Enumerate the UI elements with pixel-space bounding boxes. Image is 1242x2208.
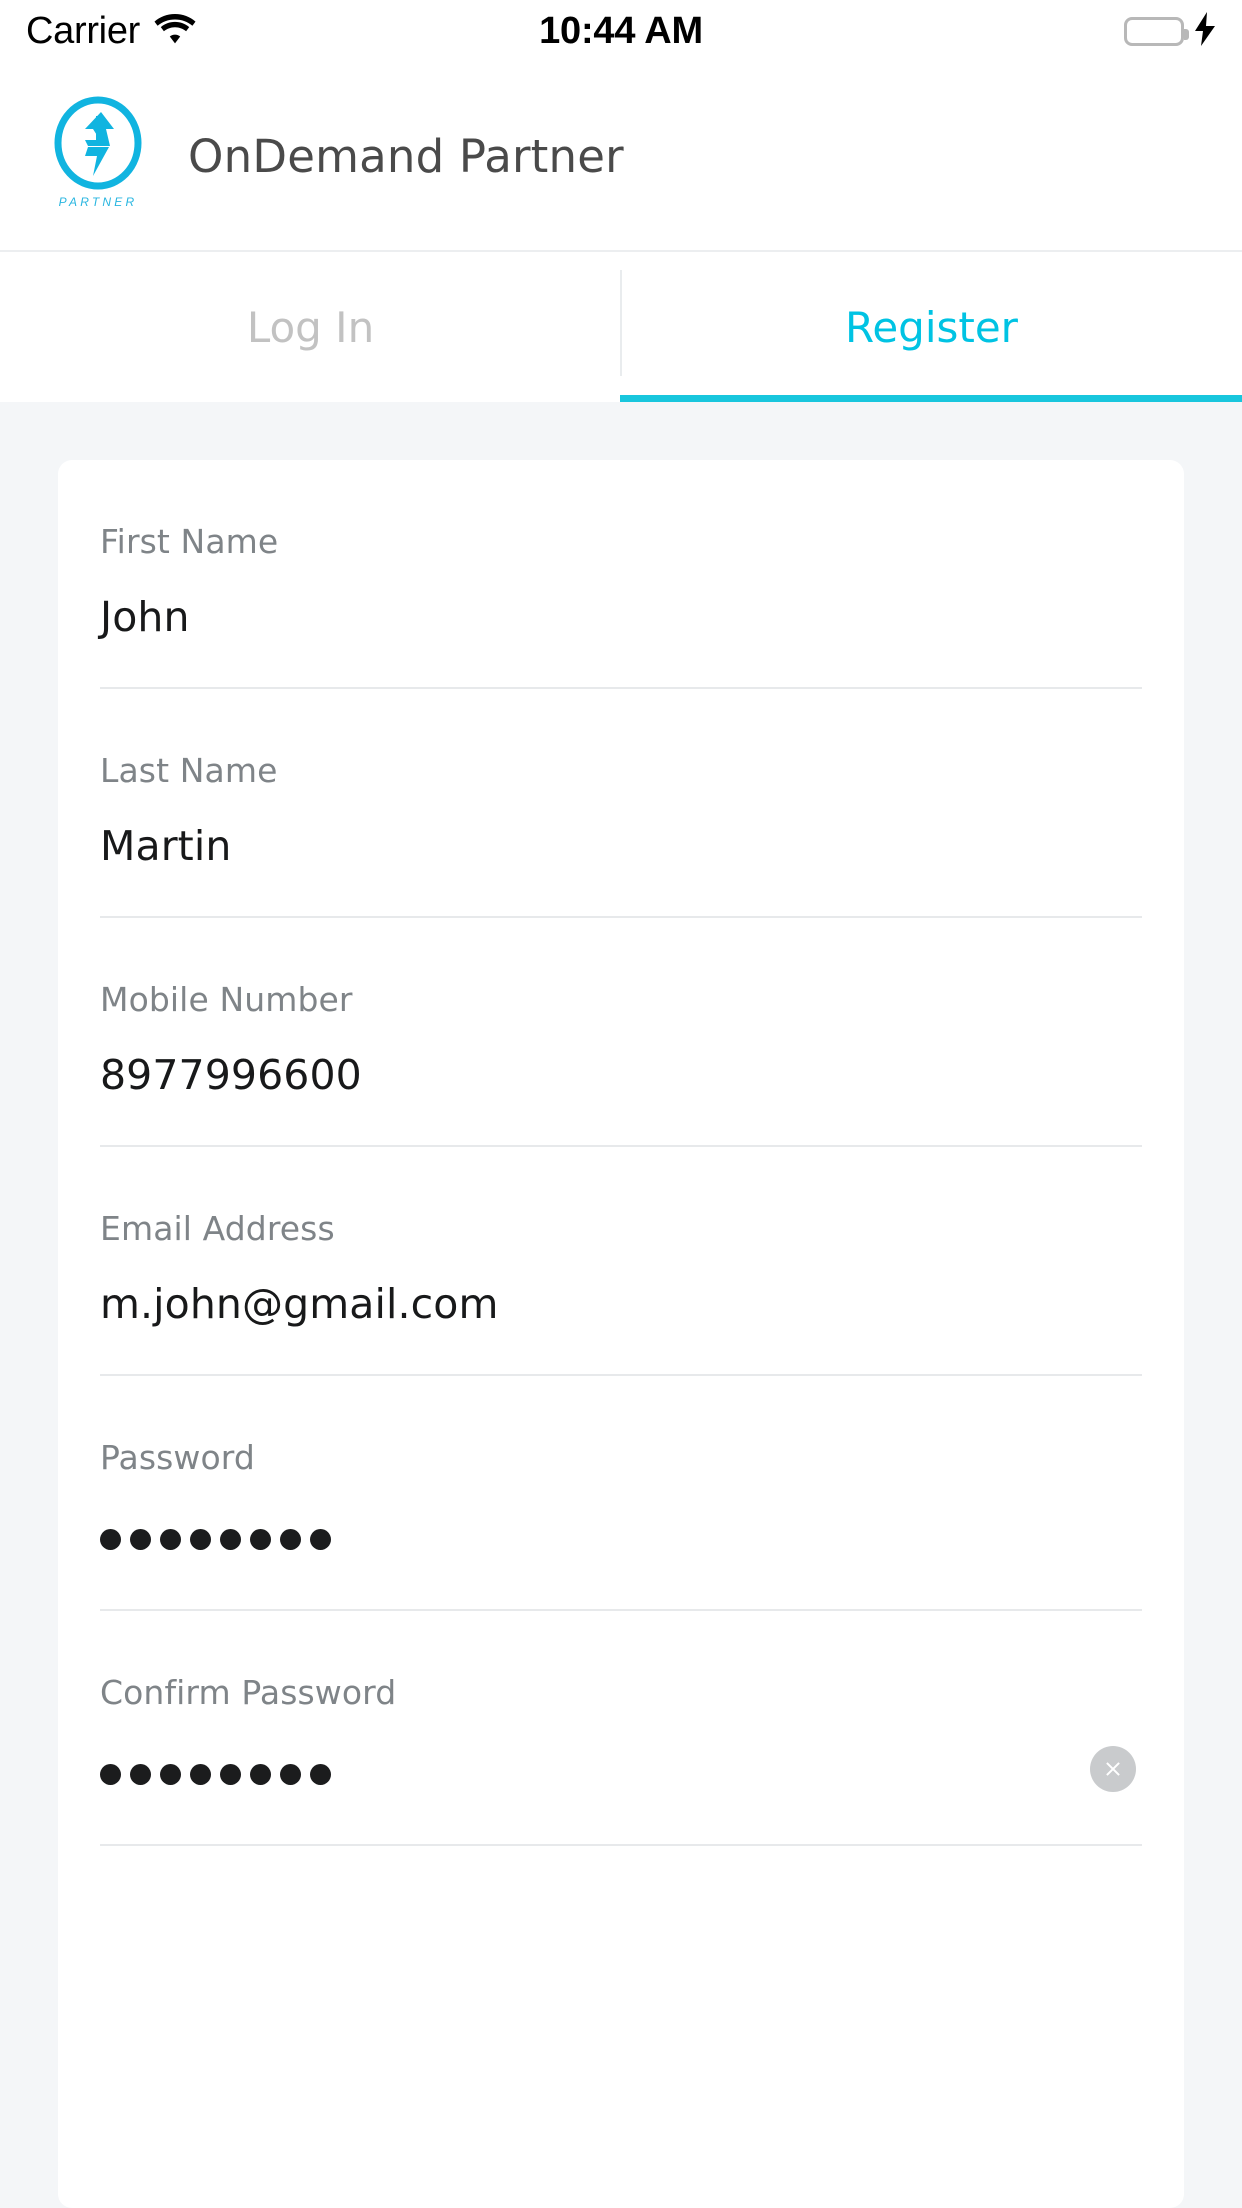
status-bar: Carrier 10:44 AM — [0, 0, 1242, 62]
password-dot — [190, 1528, 211, 1550]
clear-icon[interactable] — [1090, 1746, 1136, 1792]
first-name-label: First Name — [100, 522, 279, 561]
tab-divider — [620, 270, 622, 376]
first-name-input[interactable]: John — [100, 593, 1142, 641]
last-name-label: Last Name — [100, 751, 278, 790]
lightning-bolt-icon — [1194, 12, 1216, 50]
carrier-label: Carrier — [26, 9, 141, 52]
password-dot — [250, 1763, 271, 1785]
mobile-number-label: Mobile Number — [100, 980, 353, 1019]
password-dot — [220, 1528, 241, 1550]
field-confirm-password[interactable]: Confirm Password — [58, 1611, 1184, 1846]
password-dot — [190, 1763, 211, 1785]
field-first-name[interactable]: First Name John — [58, 460, 1184, 689]
password-dot — [100, 1763, 121, 1785]
register-form-card: First Name John Last Name Martin Mobile … — [58, 460, 1184, 2208]
status-bar-left: Carrier — [26, 10, 196, 53]
last-name-input[interactable]: Martin — [100, 822, 1142, 870]
auth-tabs: Log In Register — [0, 252, 1242, 402]
password-dot — [100, 1528, 121, 1550]
tab-active-underline — [620, 395, 1242, 402]
field-password[interactable]: Password — [58, 1376, 1184, 1611]
password-dot — [310, 1763, 331, 1785]
app-logo: PARTNER — [50, 96, 146, 216]
ondemand-bolt-logo-icon — [52, 96, 144, 194]
page-body: First Name John Last Name Martin Mobile … — [0, 402, 1242, 2208]
password-dot — [130, 1763, 151, 1785]
page-title: OnDemand Partner — [188, 129, 624, 183]
password-dot — [280, 1763, 301, 1785]
wifi-icon — [154, 13, 196, 49]
app-logo-subtext: PARTNER — [58, 195, 138, 209]
password-dot — [160, 1528, 181, 1550]
mobile-number-input[interactable]: 8977996600 — [100, 1051, 1142, 1099]
tab-register[interactable]: Register — [621, 252, 1242, 402]
confirm-password-input[interactable] — [100, 1750, 1142, 1798]
field-mobile-number[interactable]: Mobile Number 8977996600 — [58, 918, 1184, 1147]
password-dot — [160, 1763, 181, 1785]
password-dot — [310, 1528, 331, 1550]
password-dot — [280, 1528, 301, 1550]
field-email-address[interactable]: Email Address m.john@gmail.com — [58, 1147, 1184, 1376]
status-bar-right — [1124, 12, 1216, 50]
field-last-name[interactable]: Last Name Martin — [58, 689, 1184, 918]
battery-icon — [1124, 16, 1189, 46]
email-address-label: Email Address — [100, 1209, 335, 1248]
password-label: Password — [100, 1438, 255, 1477]
app-header: PARTNER OnDemand Partner — [0, 62, 1242, 252]
password-input[interactable] — [100, 1515, 1142, 1563]
confirm-password-label: Confirm Password — [100, 1673, 397, 1712]
password-dot — [220, 1763, 241, 1785]
tab-log-in[interactable]: Log In — [0, 252, 621, 402]
password-dot — [250, 1528, 271, 1550]
password-dot — [130, 1528, 151, 1550]
email-address-input[interactable]: m.john@gmail.com — [100, 1280, 1142, 1328]
